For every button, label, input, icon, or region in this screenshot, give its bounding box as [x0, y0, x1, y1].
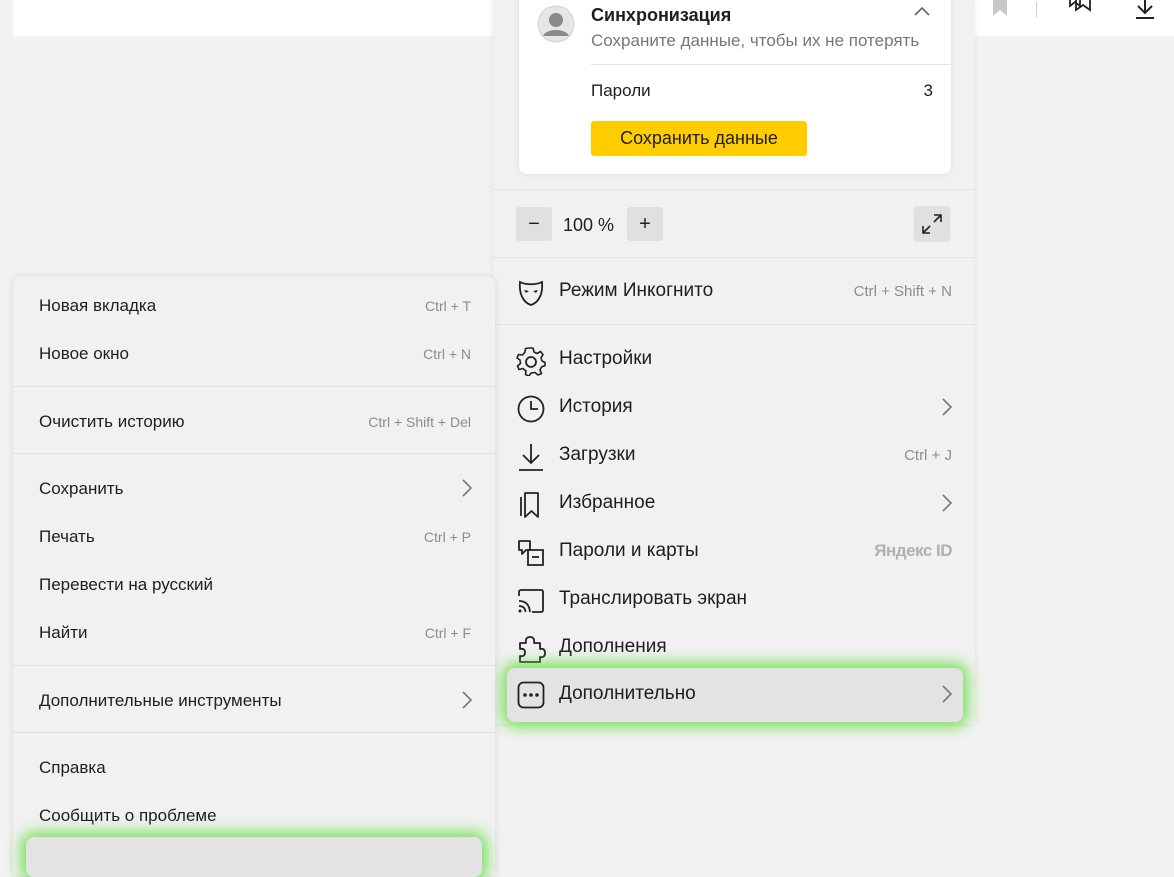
- sync-card: Синхронизация Сохраните данные, чтобы их…: [519, 0, 951, 174]
- divider: [13, 732, 495, 733]
- submenu-item-label: Новое окно: [39, 344, 129, 363]
- chevron-right-icon: [462, 691, 473, 709]
- submenu-item-help[interactable]: Справка: [13, 738, 495, 786]
- puzzle-icon: [519, 636, 546, 663]
- menu-item-label: Настройки: [559, 348, 653, 369]
- sync-title: Синхронизация: [591, 5, 732, 25]
- submenu-item-print[interactable]: Печать Ctrl + P: [13, 507, 495, 555]
- mask-icon: [518, 280, 544, 306]
- shortcut-hint: Ctrl + F: [424, 625, 471, 641]
- submenu-item-label: Дополнительные инструменты: [39, 691, 282, 710]
- menu-item-label: Загрузки: [559, 444, 636, 465]
- fullscreen-button[interactable]: [914, 206, 950, 242]
- menu-item-label: Пароли и карты: [559, 540, 699, 561]
- menu-item-label: Дополнительно: [559, 683, 696, 704]
- submenu-item-new-window[interactable]: Новое окно Ctrl + N: [13, 324, 495, 372]
- menu-item-label: Дополнения: [559, 636, 667, 657]
- chevron-right-icon: [942, 685, 953, 703]
- zoom-level: 100 %: [563, 215, 615, 235]
- sync-subtitle: Сохраните данные, чтобы их не потерять: [591, 31, 920, 50]
- more-icon: [517, 681, 545, 709]
- divider: [493, 324, 975, 325]
- browser-main-menu: Синхронизация Сохраните данные, чтобы их…: [493, 0, 975, 724]
- clock-icon: [517, 395, 545, 423]
- download-icon: [519, 444, 543, 471]
- browser-tab-area: [13, 0, 493, 36]
- submenu-item-label: Найти: [39, 623, 88, 642]
- zoom-out-button[interactable]: −: [516, 207, 552, 241]
- passwords-count: 3: [923, 81, 933, 100]
- chevron-right-icon: [462, 479, 473, 497]
- menu-item-favorites[interactable]: Избранное: [507, 480, 963, 528]
- submenu-item-save[interactable]: Сохранить: [13, 459, 495, 507]
- menu-item-incognito[interactable]: Режим Инкогнито Ctrl + Shift + N: [507, 268, 963, 316]
- submenu-item-new-tab[interactable]: Новая вкладка Ctrl + T: [13, 276, 495, 324]
- submenu-item-label: Справка: [39, 758, 106, 777]
- chevron-up-icon[interactable]: [914, 6, 930, 16]
- key-card-icon: [518, 540, 544, 566]
- save-data-button[interactable]: Сохранить данные: [591, 121, 807, 156]
- menu-item-history[interactable]: История: [507, 384, 963, 432]
- submenu-item-label: Новая вкладка: [39, 296, 157, 315]
- fullscreen-icon: [922, 214, 942, 234]
- menu-item-settings[interactable]: Настройки: [507, 336, 963, 384]
- divider: [13, 453, 495, 454]
- bookmarks-icon: [520, 492, 539, 518]
- menu-item-more[interactable]: Дополнительно: [507, 668, 963, 722]
- menu-item-label: История: [559, 396, 633, 417]
- divider: [13, 386, 495, 387]
- shortcut-hint: Ctrl + T: [424, 298, 471, 314]
- submenu-item-translate[interactable]: Перевести на русский: [13, 555, 495, 603]
- gear-icon: [516, 347, 546, 376]
- menu-item-extensions[interactable]: Дополнения: [507, 624, 963, 672]
- cast-icon: [518, 589, 544, 613]
- shortcut-hint: Ctrl + J: [904, 447, 952, 464]
- chevron-right-icon: [942, 494, 953, 512]
- chevron-right-icon: [942, 398, 953, 416]
- more-submenu: Новая вкладка Ctrl + T Новое окно Ctrl +…: [13, 276, 495, 877]
- submenu-item-label: Перевести на русский: [39, 575, 213, 594]
- divider: [493, 257, 975, 258]
- download-toolbar-icon[interactable]: [1133, 0, 1157, 20]
- shortcut-hint: Ctrl + Shift + Del: [368, 414, 471, 430]
- passwords-label: Пароли: [591, 81, 651, 100]
- menu-item-label: Режим Инкогнито: [559, 280, 714, 301]
- menu-item-cast-screen[interactable]: Транслировать экран: [507, 576, 963, 624]
- submenu-item-more-tools[interactable]: Дополнительные инструменты: [13, 671, 495, 719]
- submenu-item-clear-history[interactable]: Очистить историю Ctrl + Shift + Del: [13, 392, 495, 440]
- submenu-item-label: Сообщить о проблеме: [39, 806, 217, 825]
- shortcut-hint: Ctrl + N: [423, 346, 471, 362]
- submenu-item-label: Печать: [39, 527, 95, 546]
- yandex-id-badge: Яндекс ID: [874, 541, 952, 560]
- sync-divider: [591, 64, 951, 65]
- shortcut-hint: Ctrl + P: [423, 529, 471, 545]
- shortcut-hint: Ctrl + Shift + N: [853, 283, 952, 300]
- bookmark-icon[interactable]: [990, 0, 1010, 18]
- avatar[interactable]: [537, 5, 575, 43]
- zoom-in-button[interactable]: +: [627, 207, 663, 241]
- toolbar-divider: [1036, 2, 1037, 18]
- menu-item-label: Транслировать экран: [559, 588, 748, 609]
- divider: [493, 189, 975, 190]
- submenu-item-highlighted[interactable]: [26, 837, 482, 877]
- submenu-item-label: Сохранить: [39, 479, 124, 498]
- divider: [13, 665, 495, 666]
- submenu-item-report-problem[interactable]: Сообщить о проблеме: [13, 786, 495, 834]
- menu-item-downloads[interactable]: Загрузки Ctrl + J: [507, 432, 963, 480]
- submenu-item-find[interactable]: Найти Ctrl + F: [13, 603, 495, 651]
- bookmarks-panel-icon[interactable]: [1066, 0, 1094, 20]
- menu-item-passwords-cards[interactable]: Пароли и карты Яндекс ID: [507, 528, 963, 576]
- menu-item-label: Избранное: [559, 492, 656, 513]
- submenu-item-label: Очистить историю: [39, 412, 185, 431]
